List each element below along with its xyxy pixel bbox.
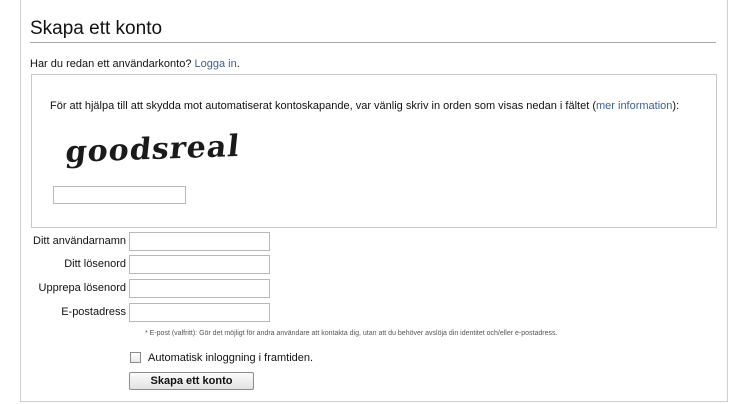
remember-label[interactable]: Automatisk inloggning i framtiden. — [148, 352, 313, 364]
email-label: E-postadress — [61, 306, 126, 318]
login-prompt: Har du redan ett användarkonto? Logga in… — [30, 58, 240, 70]
login-link[interactable]: Logga in — [195, 58, 237, 70]
title-divider — [30, 42, 716, 43]
username-label: Ditt användarnamn — [33, 235, 126, 247]
captcha-instruction-end: ): — [672, 100, 680, 112]
more-info-link[interactable]: mer information — [596, 100, 672, 112]
captcha-image: goodsreal — [63, 128, 242, 171]
login-prompt-text: Har du redan ett användarkonto? — [30, 58, 192, 70]
captcha-instruction-text: För att hjälpa till att skydda mot autom… — [50, 100, 596, 112]
captcha-input[interactable] — [53, 186, 186, 204]
repeat-password-label: Upprepa lösenord — [38, 282, 126, 294]
create-account-button[interactable]: Skapa ett konto — [129, 372, 254, 390]
email-note: * E-post (valfritt): Gör det möjligt för… — [145, 330, 558, 337]
password-input[interactable] — [129, 255, 270, 274]
repeat-password-input[interactable] — [129, 279, 270, 298]
password-label: Ditt lösenord — [64, 258, 126, 270]
page-title: Skapa ett konto — [30, 18, 163, 39]
username-input[interactable] — [129, 232, 270, 251]
captcha-instruction: För att hjälpa till att skydda mot autom… — [50, 100, 679, 112]
login-period: . — [236, 58, 240, 70]
email-input[interactable] — [129, 303, 270, 322]
remember-checkbox[interactable] — [130, 352, 141, 363]
